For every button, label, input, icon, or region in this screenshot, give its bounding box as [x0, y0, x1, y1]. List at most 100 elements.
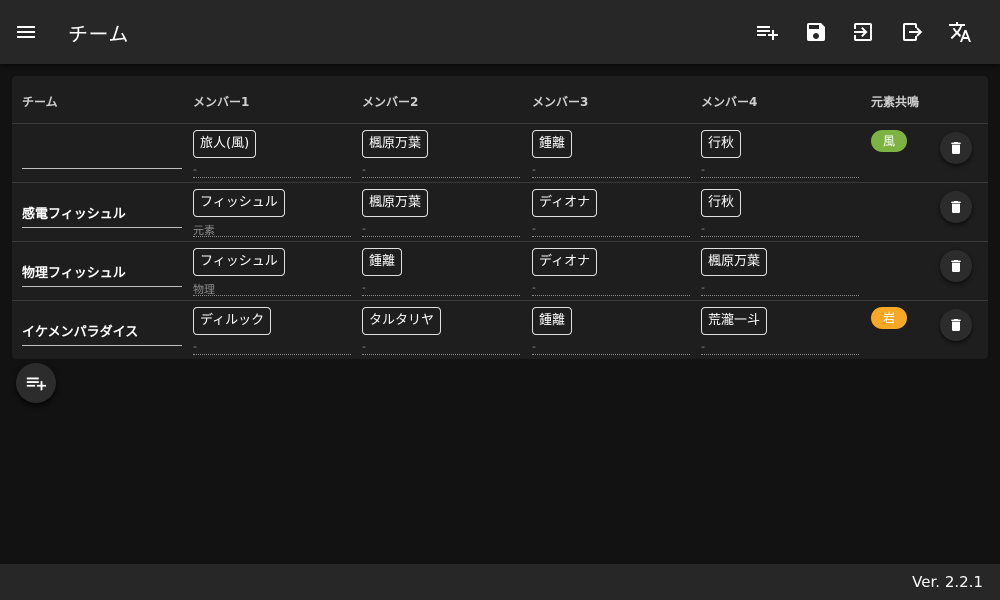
member-cell: 行秋 -	[701, 183, 861, 242]
member-note: -	[362, 340, 366, 353]
table-row: 物理フィッシュル フィッシュル 物理 鍾離 - ディオナ - 楓原万葉 -	[12, 242, 988, 301]
member-cell: 旅人(風) -	[193, 124, 353, 183]
member-note: -	[532, 340, 536, 353]
add-team-button[interactable]	[16, 363, 56, 403]
member-note-field[interactable]: -	[193, 339, 351, 355]
delete-team-button[interactable]	[940, 250, 972, 282]
member-cell: 鍾離 -	[362, 242, 522, 301]
trash-icon	[951, 319, 961, 331]
member-cell: 楓原万葉 -	[362, 183, 522, 242]
member-note: -	[701, 163, 705, 176]
member-note: -	[532, 222, 536, 235]
member-cell: ディオナ -	[532, 242, 692, 301]
member-cell: 行秋 -	[701, 124, 861, 183]
save-icon[interactable]	[804, 20, 828, 44]
member-cell: フィッシュル 元素	[193, 183, 353, 242]
delete-team-button[interactable]	[940, 191, 972, 223]
character-chip[interactable]: タルタリヤ	[362, 307, 442, 335]
character-chip[interactable]: 楓原万葉	[362, 130, 429, 158]
member-cell: 鍾離 -	[532, 124, 692, 183]
team-name: 物理フィッシュル	[22, 266, 126, 281]
team-name-field[interactable]	[22, 124, 182, 169]
app-bar: チーム	[0, 0, 1000, 64]
character-chip[interactable]: ディオナ	[532, 189, 598, 217]
playlist-add-icon	[26, 377, 47, 391]
team-name: 感電フィッシュル	[22, 207, 126, 222]
delete-team-button[interactable]	[940, 309, 972, 341]
resonance-badge: 風	[871, 130, 907, 152]
menu-icon[interactable]	[14, 20, 38, 44]
character-chip[interactable]: 楓原万葉	[701, 248, 768, 276]
character-chip[interactable]: ディオナ	[532, 248, 598, 276]
trash-icon	[951, 142, 961, 154]
member-note: 物理	[193, 283, 215, 296]
table-row: イケメンパラダイス ディルック - タルタリヤ - 鍾離 - 荒瀧一斗 - 岩	[12, 301, 988, 360]
member-cell: フィッシュル 物理	[193, 242, 353, 301]
table-row: 感電フィッシュル フィッシュル 元素 楓原万葉 - ディオナ - 行秋 -	[12, 183, 988, 242]
member-note-field[interactable]: 物理	[193, 280, 351, 296]
member-note-field[interactable]: -	[701, 280, 859, 296]
delete-team-button[interactable]	[940, 132, 972, 164]
member-cell: タルタリヤ -	[362, 301, 522, 360]
member-note-field[interactable]: -	[532, 280, 690, 296]
character-chip[interactable]: 楓原万葉	[362, 189, 429, 217]
member-note-field[interactable]: -	[701, 339, 859, 355]
header-member-1: メンバー1	[193, 95, 250, 109]
member-note-field[interactable]: -	[532, 339, 690, 355]
member-note: -	[701, 222, 705, 235]
character-chip[interactable]: フィッシュル	[193, 189, 285, 217]
translate-icon[interactable]	[948, 20, 972, 44]
member-note: -	[532, 163, 536, 176]
import-icon[interactable]	[851, 20, 875, 44]
member-note: -	[701, 281, 705, 294]
member-cell: 鍾離 -	[532, 301, 692, 360]
trash-icon	[951, 260, 961, 272]
member-note: -	[532, 281, 536, 294]
character-chip[interactable]: 荒瀧一斗	[701, 307, 768, 335]
character-chip[interactable]: 行秋	[701, 189, 742, 217]
member-note-field[interactable]: -	[362, 221, 520, 237]
character-chip[interactable]: 旅人(風)	[193, 130, 257, 158]
member-note: -	[362, 222, 366, 235]
team-name-field[interactable]: イケメンパラダイス	[22, 301, 182, 346]
member-note-field[interactable]: -	[701, 162, 859, 178]
character-chip[interactable]: 鍾離	[362, 248, 403, 276]
export-icon[interactable]	[900, 20, 924, 44]
playlist-add-icon[interactable]	[755, 20, 779, 44]
character-chip[interactable]: フィッシュル	[193, 248, 285, 276]
header-member-2: メンバー2	[362, 95, 419, 109]
table-header: チーム メンバー1 メンバー2 メンバー3 メンバー4 元素共鳴	[12, 76, 988, 124]
header-team: チーム	[22, 95, 58, 109]
header-member-4: メンバー4	[701, 95, 758, 109]
team-table: チーム メンバー1 メンバー2 メンバー3 メンバー4 元素共鳴 旅人(風) -…	[12, 76, 988, 359]
trash-icon	[951, 201, 961, 213]
member-cell: 楓原万葉 -	[701, 242, 861, 301]
footer: Ver. 2.2.1	[0, 564, 1000, 600]
character-chip[interactable]: ディルック	[193, 307, 272, 335]
header-member-3: メンバー3	[532, 95, 589, 109]
character-chip[interactable]: 行秋	[701, 130, 742, 158]
team-name-field[interactable]: 物理フィッシュル	[22, 242, 182, 287]
member-note-field[interactable]: -	[532, 221, 690, 237]
member-note-field[interactable]: -	[362, 162, 520, 178]
member-note-field[interactable]: -	[701, 221, 859, 237]
version-label: Ver. 2.2.1	[912, 573, 983, 591]
member-cell: ディルック -	[193, 301, 353, 360]
character-chip[interactable]: 鍾離	[532, 130, 573, 158]
member-note-field[interactable]: 元素	[193, 221, 351, 237]
member-note: -	[362, 163, 366, 176]
member-cell: ディオナ -	[532, 183, 692, 242]
member-note-field[interactable]: -	[362, 280, 520, 296]
member-cell: 荒瀧一斗 -	[701, 301, 861, 360]
member-note-field[interactable]: -	[193, 162, 351, 178]
member-note: 元素	[193, 224, 215, 237]
team-name-field[interactable]: 感電フィッシュル	[22, 183, 182, 228]
character-chip[interactable]: 鍾離	[532, 307, 573, 335]
member-note-field[interactable]: -	[362, 339, 520, 355]
member-note: -	[701, 340, 705, 353]
header-resonance: 元素共鳴	[871, 95, 920, 109]
team-name: イケメンパラダイス	[22, 325, 139, 340]
member-note-field[interactable]: -	[532, 162, 690, 178]
member-note: -	[193, 340, 197, 353]
member-cell: 楓原万葉 -	[362, 124, 522, 183]
